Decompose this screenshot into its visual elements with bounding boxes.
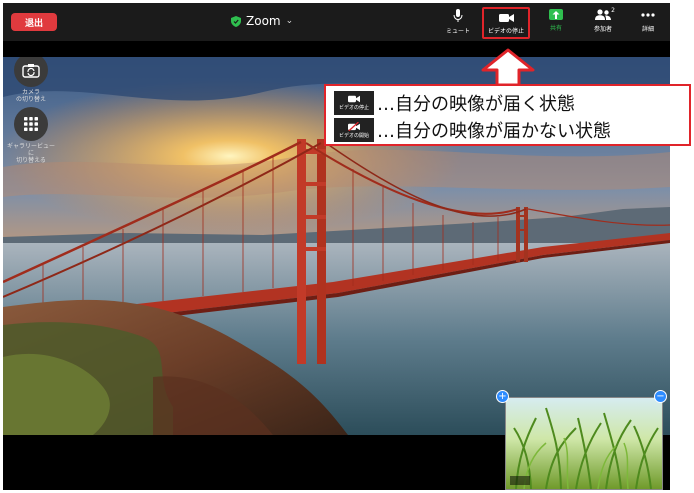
mute-button[interactable]: ミュート bbox=[436, 9, 480, 37]
chevron-down-icon: ⌄ bbox=[285, 16, 294, 26]
participants-icon bbox=[595, 9, 611, 20]
share-screen-icon bbox=[549, 9, 563, 20]
callout-video-on-text: …自分の映像が届く状態 bbox=[377, 94, 575, 115]
gallery-view-label-line1: ギャラリービュー bbox=[6, 143, 55, 150]
pip-add-button[interactable]: + bbox=[496, 390, 509, 403]
stop-video-label: ビデオの停止 bbox=[487, 28, 524, 35]
grid-view-icon bbox=[24, 117, 38, 131]
share-button[interactable]: 共有 bbox=[534, 9, 578, 37]
leave-button[interactable]: 退出 bbox=[11, 13, 57, 31]
meeting-title: Zoom bbox=[246, 14, 281, 28]
callout-row-video-on: ビデオの停止 …自分の映像が届く状態 bbox=[334, 90, 575, 116]
top-toolbar: 退出 Zoom ⌄ ミュート ビデオの停止 共有 2 参加者 詳細 bbox=[3, 3, 670, 41]
gallery-view-label: ギャラリービュー に 切り替える bbox=[5, 143, 57, 164]
gallery-view-label-line2: に bbox=[27, 150, 34, 157]
share-label: 共有 bbox=[549, 25, 562, 32]
participants-button[interactable]: 2 参加者 bbox=[581, 7, 625, 37]
mute-label: ミュート bbox=[445, 28, 470, 35]
more-button[interactable]: 詳細 bbox=[626, 9, 670, 37]
switch-camera-label-line2: の切り替え bbox=[15, 96, 46, 103]
stop-video-button[interactable]: ビデオの停止 bbox=[482, 7, 530, 39]
video-camera-icon bbox=[498, 14, 514, 22]
callout-video-on-icon-label: ビデオの停止 bbox=[338, 105, 369, 111]
callout-video-off-icon-label: ビデオの開始 bbox=[338, 132, 369, 139]
shield-icon bbox=[231, 15, 241, 27]
camera-switch-icon bbox=[22, 63, 40, 78]
annotation-arrow bbox=[481, 48, 535, 86]
grass-image bbox=[506, 398, 662, 489]
callout-video-on-badge: ビデオの停止 bbox=[334, 91, 374, 115]
microphone-icon bbox=[453, 9, 463, 22]
self-view-thumbnail[interactable] bbox=[505, 397, 663, 490]
zoom-meeting-screen: 退出 Zoom ⌄ ミュート ビデオの停止 共有 2 参加者 詳細 カメラ の切… bbox=[3, 3, 670, 490]
more-label: 詳細 bbox=[641, 26, 654, 33]
gallery-view-button[interactable] bbox=[14, 107, 48, 141]
participant-count: 2 bbox=[611, 7, 615, 14]
gallery-view-label-line3: 切り替える bbox=[16, 157, 46, 164]
callout-video-off-text: …自分の映像が届かない状態 bbox=[377, 121, 611, 142]
video-camera-icon bbox=[348, 95, 360, 103]
plus-icon: + bbox=[498, 391, 507, 402]
minus-icon: − bbox=[656, 391, 665, 402]
more-dots-icon bbox=[641, 13, 655, 17]
video-status-callout: ビデオの停止 …自分の映像が届く状態 ビデオの開始 …自分の映像が届かない状態 bbox=[324, 84, 691, 146]
switch-camera-label-line1: カメラ bbox=[21, 89, 40, 96]
video-camera-off-icon bbox=[348, 121, 360, 131]
callout-row-video-off: ビデオの開始 …自分の映像が届かない状態 bbox=[334, 117, 611, 143]
switch-camera-label: カメラ の切り替え bbox=[5, 89, 57, 103]
meeting-title-dropdown[interactable]: Zoom ⌄ bbox=[231, 14, 293, 28]
participants-label: 参加者 bbox=[593, 26, 612, 33]
pip-minimize-button[interactable]: − bbox=[654, 390, 667, 403]
callout-video-off-badge: ビデオの開始 bbox=[334, 118, 374, 142]
